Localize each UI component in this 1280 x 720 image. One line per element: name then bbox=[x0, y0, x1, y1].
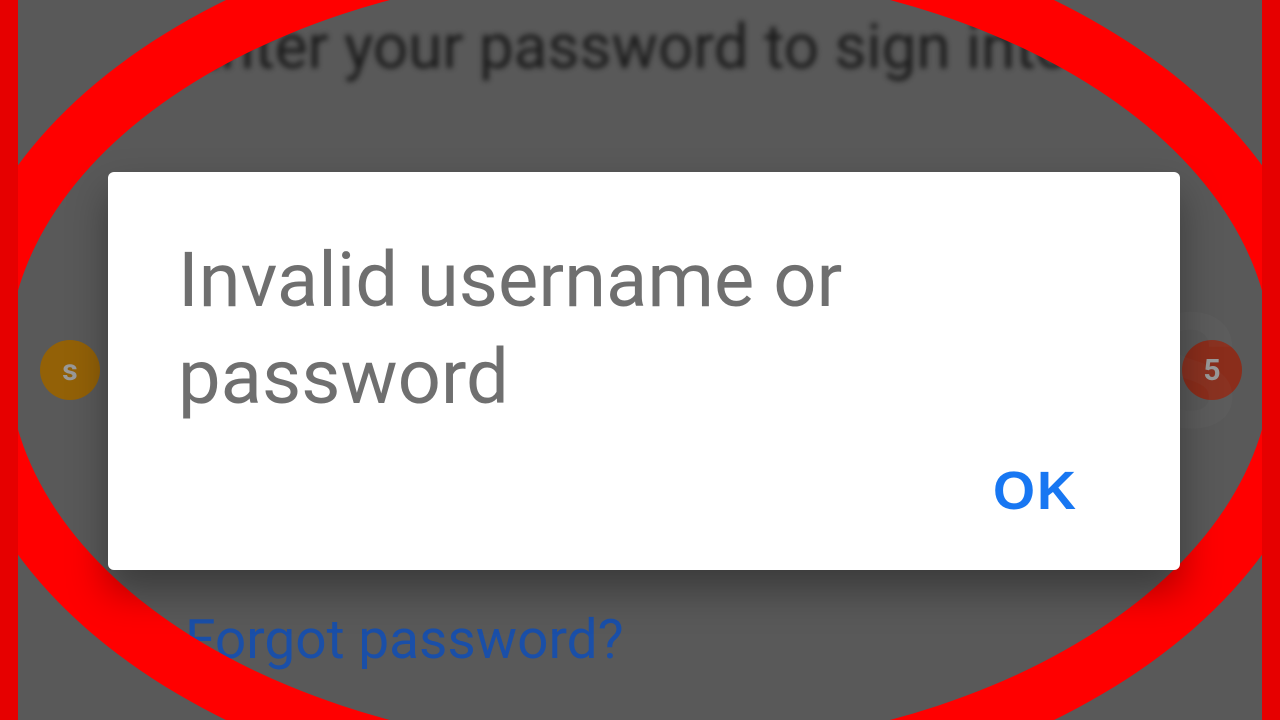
screenshot-stage: Continue as SamEer Khan Enter your passw… bbox=[0, 0, 1280, 720]
ok-button[interactable]: OK bbox=[975, 450, 1096, 532]
error-dialog-message: Invalid username or password bbox=[178, 232, 1110, 427]
frame-border-left bbox=[0, 0, 18, 720]
error-dialog: Invalid username or password OK bbox=[108, 172, 1180, 570]
frame-border-right bbox=[1262, 0, 1280, 720]
error-dialog-actions: OK bbox=[178, 450, 1110, 540]
forgot-password-link[interactable]: Forgot password? bbox=[185, 608, 624, 672]
